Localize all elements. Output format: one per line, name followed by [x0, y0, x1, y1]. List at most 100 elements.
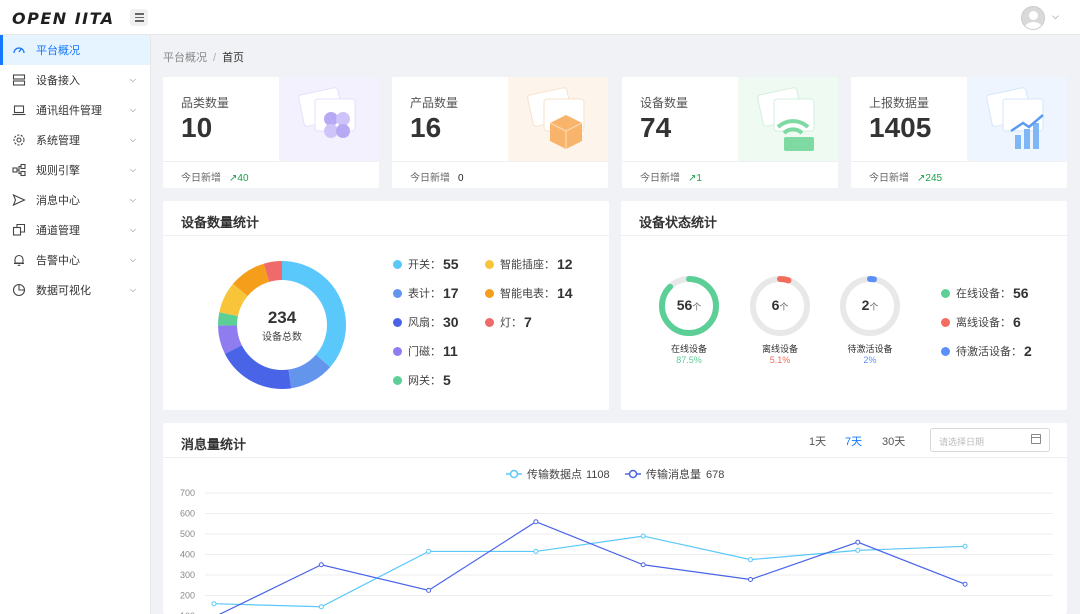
sidebar-item-label: 平台概况 — [36, 45, 80, 57]
data-point[interactable] — [533, 548, 539, 554]
sidebar-item-rule-engine[interactable]: 规则引擎 ⌵ — [0, 155, 150, 185]
stat-card-categories: 品类数量 10 今日新增 ↗40 — [163, 77, 379, 188]
chevron-down-icon: ⌵ — [129, 75, 136, 84]
data-point[interactable] — [962, 581, 968, 587]
legend-value: 56 — [1013, 285, 1029, 301]
legend-label: 网关： — [408, 375, 441, 387]
calendar-icon[interactable] — [1031, 434, 1041, 444]
laptop-icon — [12, 103, 26, 117]
status-percent: 5.1% — [769, 355, 791, 365]
chevron-down-icon: ⌵ — [129, 135, 136, 144]
message-line-chart: 传输数据点 1108 传输消息量 678 700 600 500 400 300 200 1… — [180, 467, 1053, 614]
breadcrumb-parent[interactable]: 平台概况 — [163, 52, 207, 64]
y-tick-label: 700 — [180, 488, 195, 498]
sidebar-item-alarms[interactable]: 告警中心 ⌵ — [0, 245, 150, 275]
stat-value: 10 — [181, 112, 213, 143]
user-avatar[interactable] — [1021, 6, 1045, 30]
data-point[interactable] — [318, 604, 324, 610]
stat-title: 上报数据量 — [869, 96, 930, 110]
status-ring-online: 56个 在线设备 87.5% — [657, 274, 721, 365]
sidebar-item-label: 通道管理 — [36, 225, 80, 237]
panel-divider — [621, 235, 1067, 236]
legend-item-lamp: 灯： 7 — [485, 314, 532, 330]
ring-gauge: 56个 — [659, 276, 719, 336]
data-point[interactable] — [855, 547, 861, 553]
app-logo[interactable]: OPEN IITA — [12, 9, 115, 28]
breadcrumb-current: 首页 — [222, 52, 245, 64]
svg-text:2个: 2个 — [862, 297, 879, 313]
stat-increment: ↗40 — [229, 173, 249, 184]
collapse-menu-icon[interactable] — [130, 9, 148, 26]
legend-dot — [393, 288, 402, 298]
legend-series-data-points[interactable]: 传输数据点 1108 — [506, 467, 610, 481]
data-point[interactable] — [533, 519, 539, 525]
donut-slice[interactable] — [224, 345, 292, 389]
legend-value: 11 — [443, 343, 458, 359]
ring-value: 56 — [677, 297, 693, 313]
categories-illustration-icon — [279, 77, 379, 161]
sidebar-item-channels[interactable]: 通道管理 ⌵ — [0, 215, 150, 245]
sidebar-item-system[interactable]: 系统管理 ⌵ — [0, 125, 150, 155]
sidebar-item-label: 通讯组件管理 — [36, 105, 102, 117]
stat-divider — [392, 161, 608, 162]
tab-1-day[interactable]: 1天 — [809, 433, 826, 449]
sidebar-item-label: 规则引擎 — [36, 165, 80, 177]
sidebar: 平台概况 设备接入 ⌵ 通讯组件管理 ⌵ 系统管理 ⌵ 规则引擎 ⌵ 消息中心 … — [0, 35, 151, 614]
stat-foot-label: 今日新增 — [869, 173, 909, 184]
y-tick-label: 500 — [180, 529, 195, 539]
sidebar-item-label: 系统管理 — [36, 135, 80, 147]
date-picker-input[interactable]: 请选择日期 — [930, 428, 1050, 452]
data-point[interactable] — [748, 557, 753, 563]
data-point[interactable] — [426, 587, 432, 593]
legend-label: 开关： — [408, 259, 441, 271]
stat-value: 1405 — [869, 112, 932, 143]
panel-divider — [163, 235, 609, 236]
legend-dot — [485, 288, 494, 298]
server-icon — [12, 73, 26, 87]
chevron-down-icon[interactable]: ⌵ — [1052, 11, 1059, 22]
data-point[interactable] — [640, 533, 646, 539]
stat-increment: 0 — [458, 173, 464, 184]
legend-dot — [393, 346, 402, 356]
data-point[interactable] — [748, 577, 753, 583]
legend-value: 12 — [557, 256, 573, 272]
ring-gauge: 6个 — [750, 276, 810, 336]
sidebar-item-label: 设备接入 — [36, 75, 80, 87]
y-tick-label: 300 — [180, 570, 195, 580]
legend-item-fan: 风扇： 30 — [393, 314, 459, 330]
legend-value: 55 — [443, 256, 459, 272]
dashboard-icon — [12, 43, 26, 57]
legend-value: 14 — [557, 285, 573, 301]
status-ring-offline: 6个 离线设备 5.1% — [748, 274, 812, 365]
legend-series-name: 传输数据点 — [527, 467, 582, 481]
status-legend-online: 在线设备： 56 — [941, 285, 1029, 301]
sidebar-item-label: 数据可视化 — [36, 285, 91, 297]
legend-dot — [485, 259, 494, 269]
data-point[interactable] — [855, 539, 861, 545]
data-point[interactable] — [426, 548, 432, 554]
panel-title: 设备状态统计 — [639, 215, 718, 230]
legend-series-name: 传输消息量 — [646, 467, 701, 481]
data-point[interactable] — [962, 543, 968, 549]
pie-chart-icon — [12, 283, 26, 297]
sidebar-item-message-center[interactable]: 消息中心 ⌵ — [0, 185, 150, 215]
sidebar-item-device-access[interactable]: 设备接入 ⌵ — [0, 65, 150, 95]
stat-divider — [163, 161, 379, 162]
sidebar-item-data-viz[interactable]: 数据可视化 ⌵ — [0, 275, 150, 305]
legend-value: 30 — [443, 314, 459, 330]
legend-series-messages[interactable]: 传输消息量 678 — [625, 467, 724, 481]
legend-value: 6 — [1013, 314, 1021, 330]
sidebar-item-comm-components[interactable]: 通讯组件管理 ⌵ — [0, 95, 150, 125]
sidebar-item-overview[interactable]: 平台概况 — [0, 35, 150, 65]
stat-title: 设备数量 — [640, 96, 689, 110]
data-point[interactable] — [640, 562, 646, 568]
data-point[interactable] — [318, 562, 324, 568]
data-point[interactable] — [211, 601, 217, 607]
stat-footer: 今日新增 ↗40 — [181, 169, 249, 184]
breadcrumb-separator: / — [213, 52, 217, 64]
legend-dot — [393, 375, 402, 385]
legend-value: 7 — [524, 314, 532, 330]
ring-unit: 个 — [869, 302, 878, 312]
tab-30-days[interactable]: 30天 — [882, 433, 905, 449]
tab-7-days[interactable]: 7天 — [845, 433, 862, 449]
